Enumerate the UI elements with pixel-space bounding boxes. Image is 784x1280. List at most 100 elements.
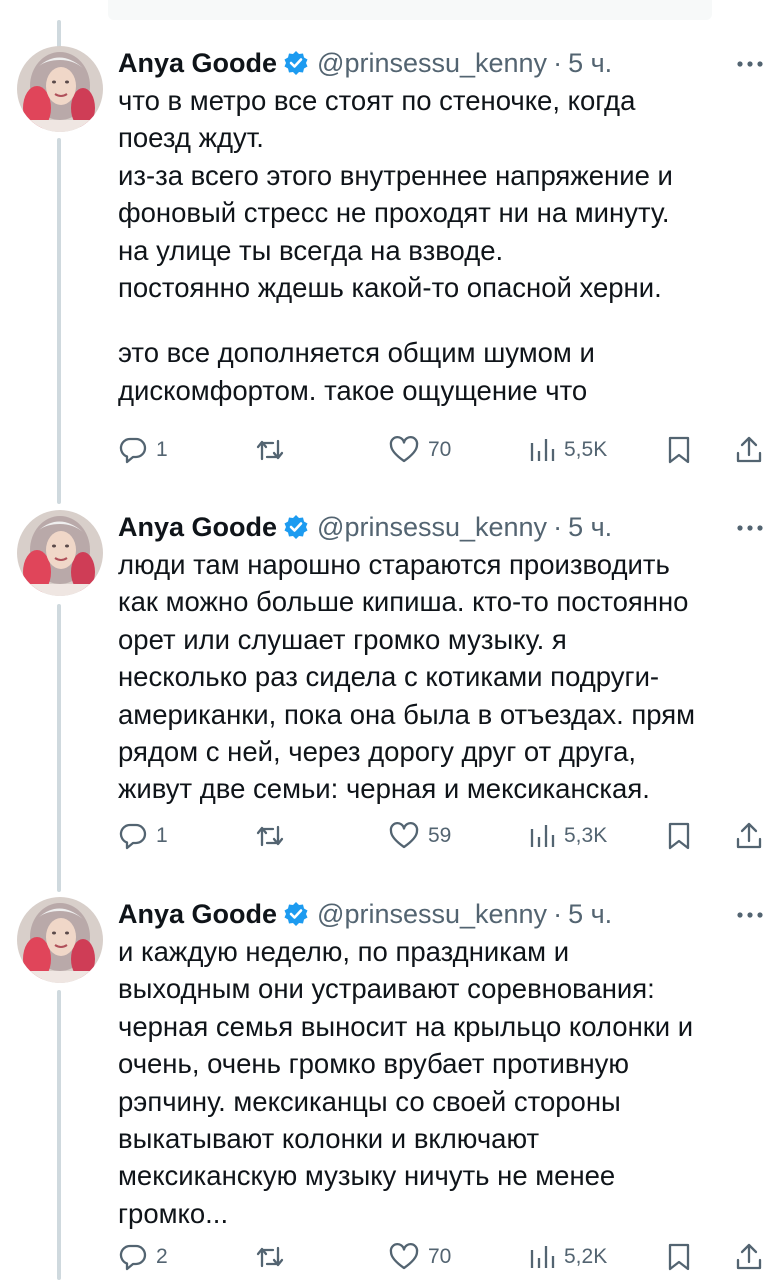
author-name[interactable]: Anya Goode (118, 512, 277, 543)
reply-count: 1 (156, 824, 168, 847)
like-button[interactable]: 59 (388, 816, 451, 856)
retweet-button[interactable] (254, 1237, 294, 1277)
tweet-line: из-за всего этого внутреннее напряжение … (118, 159, 673, 191)
share-icon (736, 436, 762, 463)
retweet-icon (256, 1246, 284, 1268)
thread-line (57, 138, 61, 504)
tweet-line: американки, пока она была в отъездах. пр… (118, 698, 696, 730)
like-count: 59 (428, 824, 452, 847)
bookmark-button[interactable] (666, 430, 692, 470)
separator-dot: · (553, 511, 563, 542)
tweet-line: как можно больше кипиша. кто-то постоянн… (118, 586, 689, 618)
tweet-line: фоновый стресс не проходят ни на минуту. (118, 197, 670, 229)
tweet-line: и каждую неделю, по праздникам и (118, 936, 570, 967)
bookmark-button[interactable] (666, 816, 692, 856)
more-icon[interactable] (736, 56, 764, 67)
more-icon[interactable] (736, 520, 764, 531)
reply-button[interactable]: 1 (118, 430, 168, 470)
like-count: 70 (428, 438, 452, 461)
tweet-line: рэпчину. мексиканцы со своей стороны (118, 1085, 621, 1117)
tweet-actions: 1 59 5,3K (118, 816, 768, 856)
tweet-line: мексиканскую музыку ничуть не менее (118, 1160, 616, 1192)
tweet-text: что в метро все стоят по стеночке, когда… (118, 82, 758, 409)
thread-line (57, 604, 61, 892)
retweet-icon (256, 439, 284, 461)
views-count: 5,3K (564, 824, 608, 847)
like-count: 70 (428, 1245, 452, 1268)
retweet-button[interactable] (254, 816, 294, 856)
reply-count: 1 (156, 438, 168, 461)
tweet-text: люди там нарошно стараются производить к… (118, 546, 758, 808)
tweet-line: на улице ты всегда на взводе. (118, 234, 504, 266)
tweet-line: черная семья выносит на крыльцо колонки … (118, 1010, 694, 1042)
views-icon (530, 1246, 555, 1268)
tweet-line: живут две семьи: черная и мексиканская. (118, 773, 650, 805)
avatar[interactable] (17, 510, 103, 596)
retweet-button[interactable] (254, 430, 294, 470)
bookmark-icon (668, 1243, 690, 1271)
tweet-line: громко... (118, 1197, 229, 1229)
bookmark-icon (668, 822, 690, 850)
like-icon (389, 822, 419, 849)
views-button[interactable]: 5,5K (528, 430, 607, 470)
tweet-line: что в метро все стоят по стеночке, когда (118, 85, 636, 116)
author-handle[interactable]: @prinsessu_kenny (317, 48, 547, 79)
separator-dot: · (553, 47, 563, 78)
tweet-line: орет или слушает громко музыку. я (118, 623, 567, 655)
verified-badge-icon (283, 901, 309, 927)
tweet-line: люди там нарошно стараются производить (118, 549, 670, 580)
tweet-line: поезд ждут. (118, 122, 264, 154)
author-name[interactable]: Anya Goode (118, 899, 277, 930)
reply-button[interactable]: 2 (118, 1237, 168, 1277)
tweet-line: постоянно ждешь какой-то опасной херни. (118, 272, 662, 304)
more-icon[interactable] (736, 907, 764, 918)
share-button[interactable] (734, 816, 764, 856)
like-icon (389, 436, 419, 463)
tweet-line: выкатывают колонки и включают (118, 1123, 540, 1155)
reply-icon (119, 823, 147, 850)
avatar[interactable] (17, 897, 103, 983)
reply-button[interactable]: 1 (118, 816, 168, 856)
bookmark-icon (668, 436, 690, 464)
tweet-actions: 1 70 5,5K (118, 430, 768, 470)
avatar[interactable] (17, 46, 103, 132)
tweet-line: это все дополняется общим шумом и (118, 337, 595, 369)
views-button[interactable]: 5,2K (528, 1237, 607, 1277)
tweet-line-blank (118, 306, 758, 334)
top-edge (108, 0, 712, 20)
tweet-line: несколько раз сидела с котиками подруги- (118, 661, 660, 693)
verified-badge-icon (283, 514, 309, 540)
bookmark-button[interactable] (666, 1237, 692, 1277)
tweet-line: выходным они устраивают соревнования: (118, 973, 655, 1005)
views-icon (530, 825, 555, 847)
author-handle[interactable]: @prinsessu_kenny (317, 512, 547, 543)
reply-count: 2 (156, 1245, 168, 1268)
timestamp[interactable]: 5 ч. (568, 48, 612, 79)
timestamp[interactable]: 5 ч. (568, 512, 612, 543)
views-icon (530, 439, 555, 461)
thread-line (57, 990, 61, 1280)
thread-line (57, 20, 61, 48)
author-handle[interactable]: @prinsessu_kenny (317, 899, 547, 930)
separator-dot: · (553, 898, 563, 929)
like-button[interactable]: 70 (388, 430, 451, 470)
tweet-text: и каждую неделю, по праздникам и выходны… (118, 933, 758, 1232)
reply-icon (119, 1244, 147, 1271)
verified-badge-icon (283, 50, 309, 76)
like-icon (389, 1243, 419, 1270)
reply-icon (119, 437, 147, 464)
author-name[interactable]: Anya Goode (118, 48, 277, 79)
views-count: 5,5K (564, 438, 608, 461)
views-button[interactable]: 5,3K (528, 816, 607, 856)
like-button[interactable]: 70 (388, 1237, 451, 1277)
timestamp[interactable]: 5 ч. (568, 899, 612, 930)
retweet-icon (256, 825, 284, 847)
tweet-header: Anya Goode @prinsessu_kenny · 5 ч. (118, 46, 612, 80)
tweet-header: Anya Goode @prinsessu_kenny · 5 ч. (118, 510, 612, 544)
share-button[interactable] (734, 1237, 764, 1277)
tweet-actions: 2 70 5,2K (118, 1237, 768, 1277)
share-icon (736, 822, 762, 849)
share-icon (736, 1243, 762, 1270)
tweet-line: рядом с ней, через дорогу друг от друга, (118, 736, 637, 768)
share-button[interactable] (734, 430, 764, 470)
